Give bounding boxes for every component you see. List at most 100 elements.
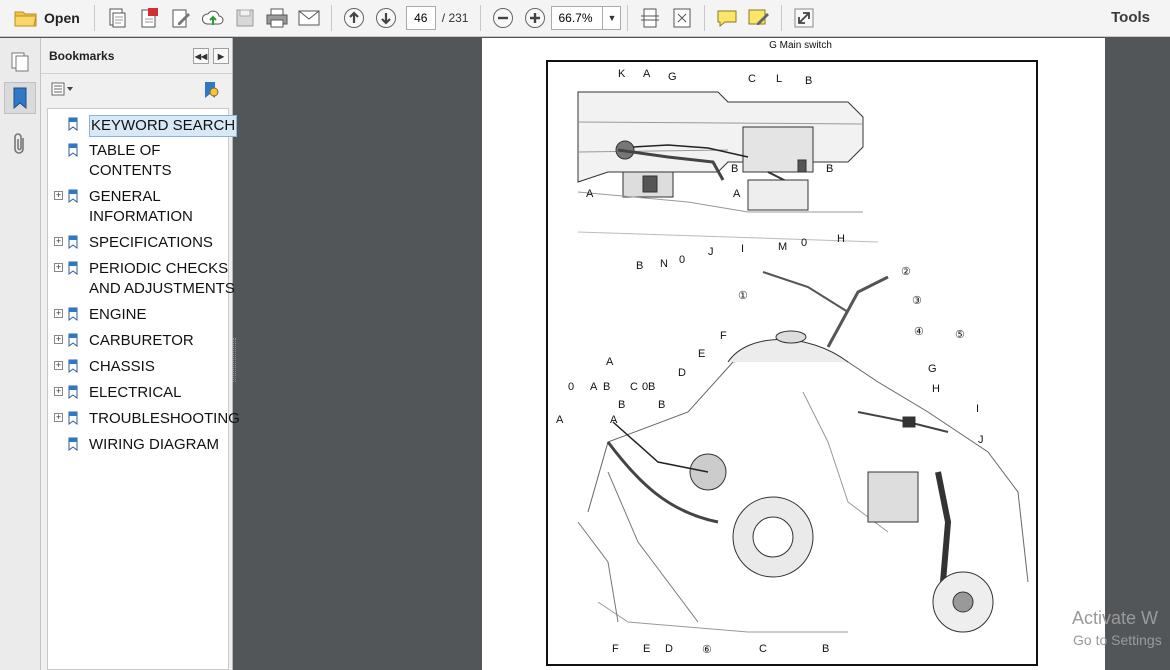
diagram-callout: D <box>678 367 686 379</box>
activation-watermark-sub: Go to Settings <box>1073 632 1162 648</box>
create-pdf-button[interactable] <box>103 4 131 32</box>
bookmark-label: TABLE OF <box>89 142 161 159</box>
expand-toggle-icon[interactable]: + <box>54 387 63 396</box>
bookmark-tree: KEYWORD SEARCH TABLE OF CONTENTS + GENERAL IN… <box>47 108 240 670</box>
diagram-callout: E <box>698 348 705 360</box>
separator <box>781 5 783 31</box>
diagram-callout: B <box>648 381 655 393</box>
save-button[interactable] <box>231 4 259 32</box>
diagram-callout: A <box>610 414 618 426</box>
upload-cloud-button[interactable] <box>199 4 227 32</box>
open-label: Open <box>44 10 80 26</box>
bookmark-icon <box>68 189 78 203</box>
zoom-out-button[interactable] <box>489 4 517 32</box>
expand-panel-icon[interactable]: ▶ <box>213 48 229 64</box>
bookmark-icon <box>68 359 78 373</box>
tools-button[interactable]: Tools <box>1111 9 1150 26</box>
edit-pdf-button[interactable] <box>167 4 195 32</box>
highlighter-icon <box>748 9 770 25</box>
diagram-callout: J <box>708 246 714 258</box>
diagram-callout: ② <box>901 266 911 278</box>
diagram-callout: A <box>643 68 651 80</box>
zoom-select[interactable]: 66.7% ▼ <box>551 6 622 30</box>
diagram-callout: B <box>805 75 812 87</box>
expand-toggle-icon[interactable]: + <box>54 361 63 370</box>
diagram-callout: B <box>731 163 738 175</box>
diagram-callout: G <box>928 363 937 375</box>
bookmark-ribbon-icon <box>13 87 27 110</box>
highlight-button[interactable] <box>745 4 773 32</box>
separator <box>330 5 332 31</box>
bookmark-icon <box>68 333 78 347</box>
diagram-callout: B <box>618 399 625 411</box>
bookmark-icon <box>68 385 78 399</box>
arrow-down-circle-icon <box>375 8 396 28</box>
diagram-callout: B <box>822 643 829 655</box>
bookmarks-header: Bookmarks ◀◀ ▶ <box>41 38 232 74</box>
diagram-callout: ① <box>738 290 748 302</box>
plus-circle-icon <box>525 8 546 28</box>
diagram-callout: H <box>837 233 845 245</box>
previous-page-button[interactable] <box>340 4 368 32</box>
diagram-callout: 0 <box>801 237 807 249</box>
bookmarks-panel-button[interactable] <box>4 82 36 114</box>
export-pdf-button[interactable] <box>135 4 163 32</box>
diagram-callout: A <box>606 356 614 368</box>
scrolling-mode-button[interactable] <box>636 4 664 32</box>
bookmark-label: PERIODIC CHECKS <box>89 260 229 277</box>
expand-toggle-icon[interactable]: + <box>54 237 63 246</box>
zoom-in-button[interactable] <box>521 4 549 32</box>
page-thumbnails-button[interactable] <box>4 46 36 78</box>
bookmark-label-line2: INFORMATION <box>89 208 193 225</box>
diagram-callout: K <box>618 68 626 80</box>
find-bookmark-icon[interactable] <box>201 80 221 105</box>
print-button[interactable] <box>263 4 291 32</box>
expand-toggle-icon[interactable]: + <box>54 263 63 272</box>
diagram-callout: I <box>976 403 979 415</box>
diagram-callout: J <box>978 434 984 446</box>
bookmarks-title: Bookmarks <box>49 48 115 63</box>
export-pdf-icon <box>141 8 158 28</box>
bookmark-icon <box>68 235 78 249</box>
chevron-down-icon[interactable]: ▼ <box>602 7 620 29</box>
page-total: / 231 <box>441 11 469 25</box>
bookmark-label: WIRING DIAGRAM <box>89 436 219 453</box>
diagram-callout: L <box>776 73 782 85</box>
bookmarks-panel: Bookmarks ◀◀ ▶ KEYWORD SEARCH TABLE OF CON… <box>41 38 240 670</box>
comment-button[interactable] <box>713 4 741 32</box>
page-heading: G Main switch <box>769 40 832 51</box>
bookmark-icon <box>68 117 78 131</box>
diagram-callout: A <box>733 188 741 200</box>
email-button[interactable] <box>295 4 323 32</box>
bookmark-label: GENERAL <box>89 188 161 205</box>
next-page-button[interactable] <box>372 4 400 32</box>
speech-bubble-icon <box>717 10 737 28</box>
bookmark-label: ELECTRICAL <box>89 384 182 401</box>
attachments-button[interactable] <box>4 128 36 160</box>
fit-width-icon <box>641 8 660 28</box>
arrow-up-circle-icon <box>343 8 364 28</box>
edit-pdf-icon <box>172 9 190 28</box>
zoom-value: 66.7% <box>558 11 593 25</box>
expand-button[interactable] <box>790 4 818 32</box>
options-menu-icon[interactable] <box>51 82 75 101</box>
collapse-panel-icon[interactable]: ◀◀ <box>193 48 209 64</box>
activation-watermark: Activate W <box>1072 608 1159 628</box>
fit-page-button[interactable] <box>668 4 696 32</box>
diagram-frame: KAGCLBBBAABN0JIM0HA0ABC0BBBAADEFGHIJFEDC… <box>546 60 1038 666</box>
save-icon <box>236 9 254 27</box>
expand-toggle-icon[interactable]: + <box>54 309 63 318</box>
bookmark-label-line2: AND ADJUSTMENTS <box>89 280 235 297</box>
pages-icon <box>11 52 29 72</box>
cloud-upload-icon <box>201 10 224 25</box>
page-number-input[interactable]: 46 <box>405 6 436 30</box>
panel-splitter[interactable] <box>233 338 236 382</box>
diagram-callout: B <box>826 163 833 175</box>
bookmark-label: CARBURETOR <box>89 332 194 349</box>
expand-toggle-icon[interactable]: + <box>54 413 63 422</box>
expand-toggle-icon[interactable]: + <box>54 191 63 200</box>
envelope-icon <box>298 10 320 26</box>
expand-toggle-icon[interactable]: + <box>54 335 63 344</box>
open-button[interactable]: Open <box>8 4 86 32</box>
diagram-callout: ⑥ <box>702 644 712 656</box>
